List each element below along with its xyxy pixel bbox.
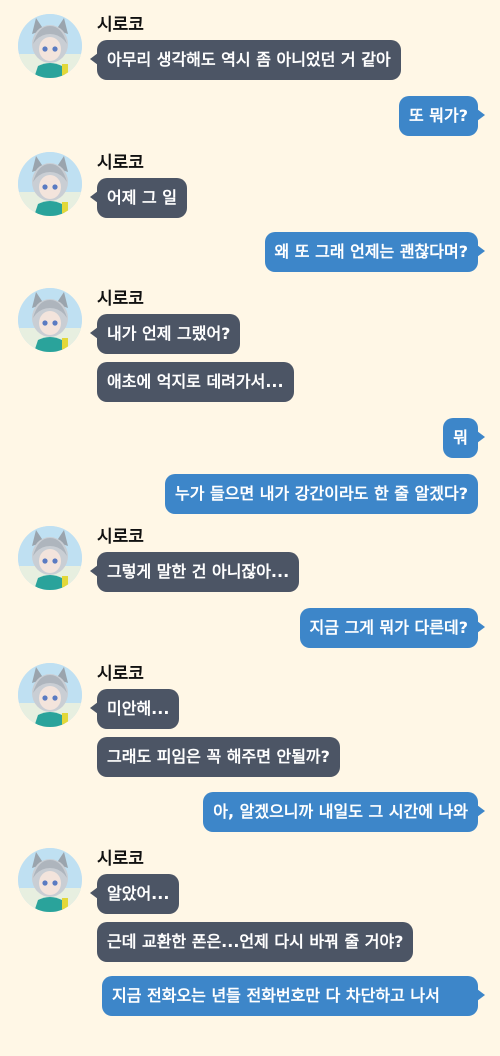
sender-name: 시로코 xyxy=(97,289,144,309)
message-bubble[interactable]: 그래도 피임은 꼭 해주면 안될까? xyxy=(97,737,340,777)
sender-name: 시로코 xyxy=(97,153,144,173)
message-bubble[interactable]: 내가 언제 그랬어? xyxy=(89,314,241,354)
sender-name: 시로코 xyxy=(97,849,144,869)
message-bubble[interactable]: 미안해... xyxy=(89,689,180,729)
sender-name: 시로코 xyxy=(97,664,144,684)
message-bubble[interactable]: 그렇게 말한 건 아니잖아... xyxy=(89,552,300,592)
message-bubble[interactable]: 근데 교환한 폰은...언제 다시 바꿔 줄 거야? xyxy=(97,922,414,962)
message-bubble-outgoing[interactable]: 왜 또 그래 언제는 괜찮다며? xyxy=(264,232,486,272)
character-avatar-icon[interactable] xyxy=(18,152,82,216)
message-bubble-outgoing[interactable]: 아, 알겠으니까 내일도 그 시간에 나와 xyxy=(203,792,485,832)
message-bubble-outgoing[interactable]: 또 뭐가? xyxy=(398,96,486,136)
message-bubble-outgoing[interactable]: 지금 전화오는 년들 전화번호만 다 차단하고 나서 xyxy=(102,976,485,1016)
message-bubble[interactable]: 아무리 생각해도 역시 좀 아니었던 거 같아 xyxy=(90,40,401,80)
message-bubble-outgoing[interactable]: 지금 그게 뭐가 다른데? xyxy=(299,608,486,648)
character-avatar-icon[interactable] xyxy=(18,526,82,590)
character-avatar-icon[interactable] xyxy=(18,848,82,912)
character-avatar-icon[interactable] xyxy=(18,14,82,78)
message-bubble[interactable]: 어제 그 일 xyxy=(89,178,188,218)
message-bubble[interactable]: 애초에 억지로 데려가서... xyxy=(97,362,294,402)
sender-name: 시로코 xyxy=(97,15,144,35)
chat-log: 시로코 아무리 생각해도 역시 좀 아니었던 거 같아 또 뭐가? 시로코 어제… xyxy=(0,0,500,1056)
message-bubble[interactable]: 알았어... xyxy=(89,874,180,914)
sender-name: 시로코 xyxy=(97,527,144,547)
character-avatar-icon[interactable] xyxy=(18,288,82,352)
character-avatar-icon[interactable] xyxy=(18,663,82,727)
message-bubble-outgoing[interactable]: 뭐 xyxy=(443,418,485,458)
message-bubble-outgoing[interactable]: 누가 들으면 내가 강간이라도 한 줄 알겠다? xyxy=(165,474,478,514)
